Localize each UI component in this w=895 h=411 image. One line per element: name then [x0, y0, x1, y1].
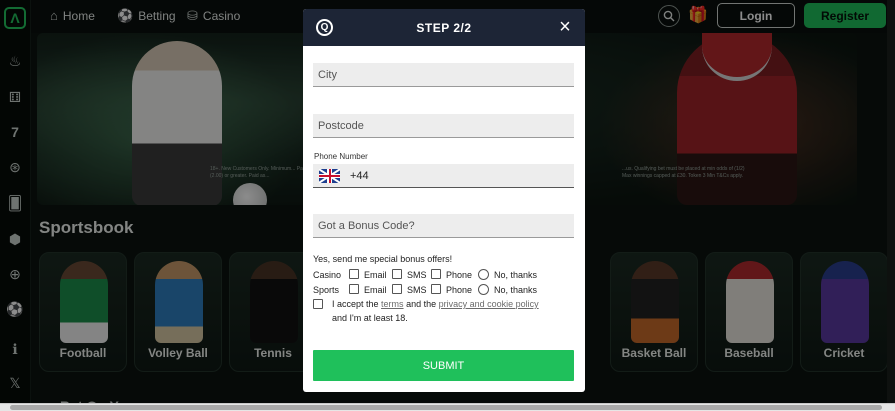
bonus-code-input[interactable]: Got a Bonus Code? [313, 214, 574, 238]
casino-phone-label: Phone [446, 270, 473, 280]
sports-no-thanks-label: No, thanks [494, 285, 538, 295]
casino-email-checkbox[interactable] [349, 269, 359, 279]
sports-phone-label: Phone [446, 285, 473, 295]
accept-terms-text: I accept the terms and the privacy and c… [332, 297, 572, 325]
casino-no-thanks-label: No, thanks [494, 270, 538, 280]
privacy-policy-link[interactable]: privacy and cookie policy [439, 299, 539, 309]
phone-number-field[interactable]: +44 [313, 164, 574, 188]
sports-email-checkbox[interactable] [349, 284, 359, 294]
sports-phone-checkbox[interactable] [431, 284, 441, 294]
registration-modal: Q STEP 2/2 × City Postcode Phone Number … [303, 9, 585, 392]
city-input[interactable]: City [313, 63, 574, 87]
accept-mid: and the [406, 299, 437, 309]
accept-prefix: I accept the [332, 299, 379, 309]
accept-suffix: and I'm at least 18. [332, 313, 408, 323]
sports-preferences-row: Sports Email SMS Phone No, thanks [313, 284, 575, 296]
casino-email-label: Email [364, 270, 387, 280]
modal-header: Q STEP 2/2 × [303, 9, 585, 46]
modal-title: STEP 2/2 [416, 20, 472, 35]
casino-sms-label: SMS [407, 270, 427, 280]
postcode-input[interactable]: Postcode [313, 114, 574, 138]
horizontal-scrollbar-thumb[interactable] [10, 405, 882, 410]
accept-terms-checkbox[interactable] [313, 299, 323, 309]
terms-link[interactable]: terms [381, 299, 404, 309]
phone-code: +44 [350, 169, 369, 182]
casino-sms-checkbox[interactable] [392, 269, 402, 279]
sports-sms-checkbox[interactable] [392, 284, 402, 294]
close-icon[interactable]: × [556, 17, 574, 37]
submit-button[interactable]: SUBMIT [313, 350, 574, 381]
casino-label: Casino [313, 270, 342, 280]
casino-preferences-row: Casino Email SMS Phone No, thanks [313, 269, 575, 281]
offers-heading: Yes, send me special bonus offers! [313, 254, 453, 264]
brand-logo-icon: Q [316, 19, 333, 36]
sports-email-label: Email [364, 285, 387, 295]
sports-no-thanks-radio[interactable] [478, 284, 489, 295]
casino-no-thanks-radio[interactable] [478, 269, 489, 280]
page: Λ ♨ ⚅ 7 ⊛ 🂠 ⬢ ⊕ ⚽ ℹ 𝕏 ⌂ Home ⚽ Betting ⛁… [0, 0, 895, 411]
sports-label: Sports [313, 285, 340, 295]
phone-number-label: Phone Number [314, 152, 368, 161]
casino-phone-checkbox[interactable] [431, 269, 441, 279]
uk-flag-icon[interactable] [319, 168, 340, 183]
sports-sms-label: SMS [407, 285, 427, 295]
